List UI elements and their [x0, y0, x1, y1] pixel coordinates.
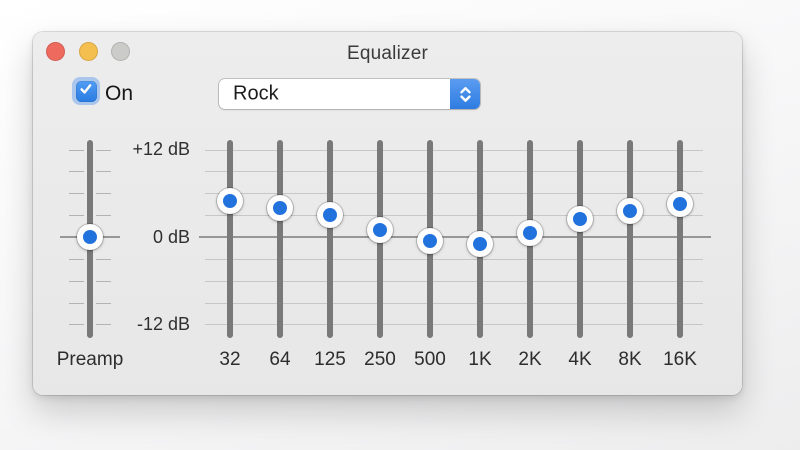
band-32-slider-knob[interactable]: [217, 187, 243, 214]
tick: [69, 324, 84, 326]
band-64-knob-dot: [273, 200, 287, 215]
tick: [96, 280, 111, 282]
band-250-knob-dot: [373, 222, 387, 237]
tick: [96, 149, 111, 151]
tick: [69, 149, 84, 151]
tick: [96, 215, 111, 217]
tick: [96, 171, 111, 173]
band-16K-label: 16K: [663, 349, 697, 370]
preamp-slider-knob[interactable]: [77, 224, 103, 250]
band-2K-slider-knob[interactable]: [517, 220, 543, 247]
band-1K-slider-knob[interactable]: [467, 231, 493, 258]
gridline: [199, 236, 711, 238]
band-8K-slider-track[interactable]: [627, 140, 633, 338]
band-32-slider-track[interactable]: [227, 140, 233, 338]
band-64-slider-track[interactable]: [277, 140, 283, 338]
band-500-knob-dot: [423, 233, 437, 248]
tick: [96, 193, 111, 195]
band-2K-knob-dot: [523, 226, 537, 241]
tick: [69, 215, 84, 217]
tick: [69, 258, 84, 260]
band-32-knob-dot: [223, 193, 237, 208]
tick: [96, 302, 111, 304]
band-16K-slider-track[interactable]: [677, 140, 683, 338]
tick: [69, 280, 84, 282]
preamp-label: Preamp: [56, 349, 124, 370]
tick: [96, 324, 111, 326]
tick: [96, 258, 111, 260]
band-125-slider-knob[interactable]: [317, 202, 343, 229]
band-4K-slider-track[interactable]: [577, 140, 583, 338]
band-250-slider-knob[interactable]: [367, 216, 393, 243]
band-500-slider-knob[interactable]: [417, 227, 443, 254]
band-1K-knob-dot: [473, 237, 487, 252]
equalizer-sliders-area: +12 dB 0 dB -12 dB Preamp 32 64 125 250 500 1K…: [33, 32, 742, 395]
preamp-knob-dot: [83, 230, 97, 244]
tick: [69, 193, 84, 195]
tick: [69, 302, 84, 304]
band-16K-slider-knob[interactable]: [667, 191, 693, 218]
band-4K-slider-knob[interactable]: [567, 205, 593, 232]
tick: [69, 171, 84, 173]
band-8K-slider-knob[interactable]: [617, 198, 643, 225]
band-16K-knob-dot: [673, 197, 687, 212]
equalizer-window: Equalizer On Rock +12 dB 0 dB -12 dB Pre…: [33, 32, 742, 395]
band-4K-knob-dot: [573, 211, 587, 226]
band-125-knob-dot: [323, 208, 337, 223]
band-64-slider-knob[interactable]: [267, 194, 293, 221]
band-8K-knob-dot: [623, 204, 637, 219]
band-125-slider-track[interactable]: [327, 140, 333, 338]
